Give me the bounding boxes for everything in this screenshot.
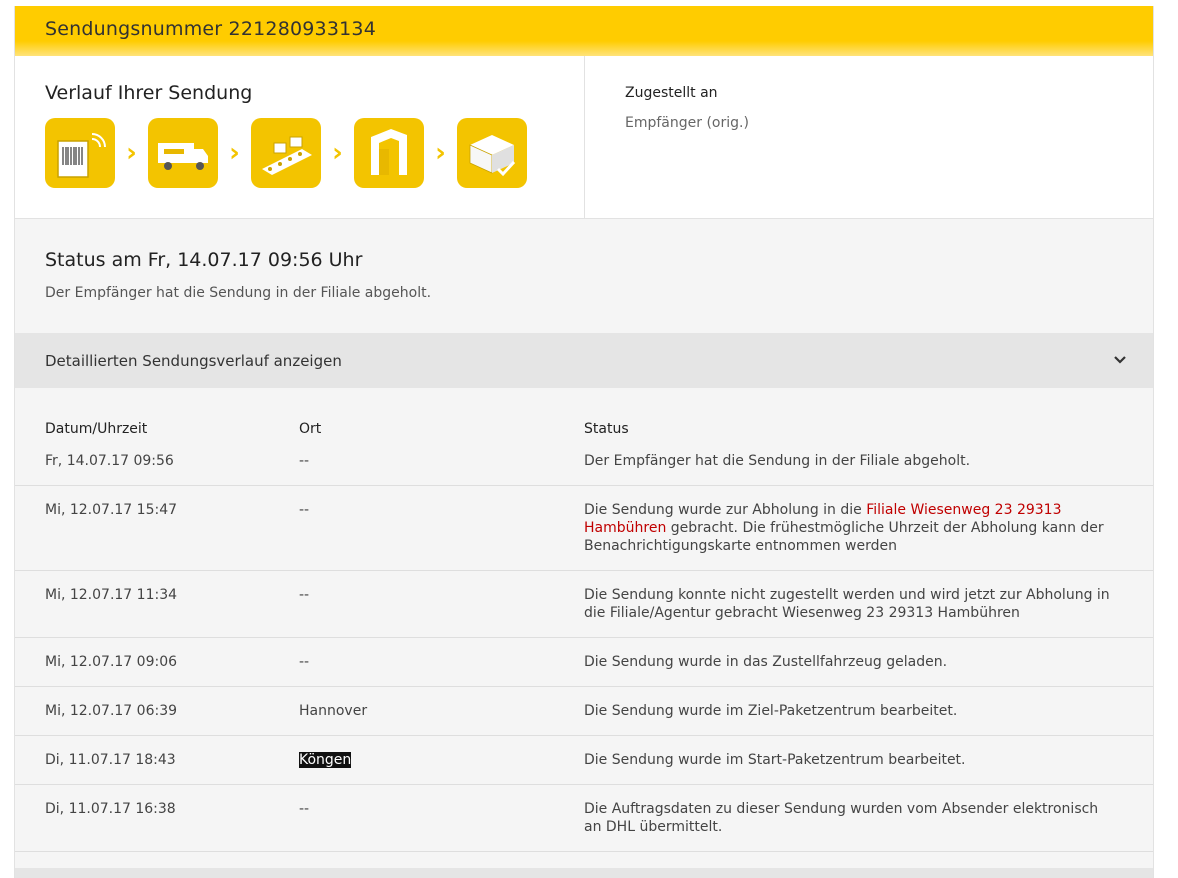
conveyor-icon bbox=[251, 118, 321, 188]
header-date: Datum/Uhrzeit bbox=[45, 421, 148, 437]
row-place: -- bbox=[299, 453, 310, 469]
header-place: Ort bbox=[299, 421, 322, 437]
status-text-pre: Die Sendung wurde zur Abholung in die bbox=[584, 502, 867, 518]
progress-panel: Verlauf Ihrer Sendung › › › › bbox=[15, 56, 585, 218]
delivered-to-value: Empfänger (orig.) bbox=[625, 115, 749, 131]
gate-icon bbox=[354, 118, 424, 188]
dhl-truck-icon bbox=[148, 118, 218, 188]
row-date: Mi, 12.07.17 11:34 bbox=[45, 587, 178, 603]
delivered-box-check-icon bbox=[457, 118, 527, 188]
chevron-right-icon: › bbox=[126, 138, 137, 168]
status-text: Der Empfänger hat die Sendung in der Fil… bbox=[45, 285, 432, 301]
row-place: -- bbox=[299, 587, 310, 603]
row-date: Di, 11.07.17 18:43 bbox=[45, 752, 176, 768]
row-date: Mi, 12.07.17 09:06 bbox=[45, 654, 178, 670]
progress-steps: › › › › bbox=[45, 118, 584, 188]
chevron-right-icon: › bbox=[229, 138, 240, 168]
chevron-right-icon: › bbox=[332, 138, 343, 168]
row-status: Die Sendung wurde in das Zustellfahrzeug… bbox=[584, 654, 948, 670]
row-status: Die Auftragsdaten zu dieser Sendung wurd… bbox=[584, 801, 1099, 835]
row-date: Mi, 12.07.17 06:39 bbox=[45, 703, 178, 719]
row-status: Die Sendung wurde im Ziel-Paketzentrum b… bbox=[584, 703, 958, 719]
history-toggle-label: Detaillierten Sendungsverlauf anzeigen bbox=[45, 351, 342, 370]
row-status: Der Empfänger hat die Sendung in der Fil… bbox=[584, 453, 971, 469]
chevron-right-icon: › bbox=[435, 138, 446, 168]
progress-title: Verlauf Ihrer Sendung bbox=[45, 82, 253, 104]
row-place: Hannover bbox=[299, 703, 368, 719]
parcel-barcode-icon bbox=[45, 118, 115, 188]
header-status: Status bbox=[584, 421, 629, 437]
row-date: Fr, 14.07.17 09:56 bbox=[45, 453, 174, 469]
status-title: Status am Fr, 14.07.17 09:56 Uhr bbox=[45, 249, 363, 271]
delivered-to-label: Zugestellt an bbox=[625, 85, 718, 101]
chevron-down-icon[interactable] bbox=[1113, 353, 1127, 369]
row-status: Die Sendung konnte nicht zugestellt werd… bbox=[584, 587, 1110, 621]
row-date: Di, 11.07.17 16:38 bbox=[45, 801, 176, 817]
history-toggle[interactable]: Detaillierten Sendungsverlauf anzeigen bbox=[15, 333, 1153, 388]
history-header-row: Datum/Uhrzeit Ort Status bbox=[15, 420, 1153, 452]
table-row: Fr, 14.07.17 09:56 -- Der Empfänger hat … bbox=[15, 452, 1153, 486]
row-date: Mi, 12.07.17 15:47 bbox=[45, 502, 178, 518]
shipment-header: Sendungsnummer 221280933134 bbox=[15, 6, 1153, 56]
table-row: Mi, 12.07.17 15:47 -- Die Sendung wurde … bbox=[15, 486, 1153, 571]
history-table: Datum/Uhrzeit Ort Status Fr, 14.07.17 09… bbox=[15, 388, 1153, 878]
shipment-number: Sendungsnummer 221280933134 bbox=[45, 18, 376, 40]
row-place: -- bbox=[299, 801, 310, 817]
row-place: -- bbox=[299, 502, 310, 518]
row-place: -- bbox=[299, 654, 310, 670]
bottom-strip bbox=[15, 868, 1153, 878]
table-row: Mi, 12.07.17 11:34 -- Die Sendung konnte… bbox=[15, 571, 1153, 638]
table-row: Di, 11.07.17 18:43 Köngen Die Sendung wu… bbox=[15, 736, 1153, 785]
table-row: Mi, 12.07.17 06:39 Hannover Die Sendung … bbox=[15, 687, 1153, 736]
table-row: Mi, 12.07.17 09:06 -- Die Sendung wurde … bbox=[15, 638, 1153, 687]
row-place: Köngen bbox=[299, 751, 584, 769]
row-status: Die Sendung wurde im Start-Paketzentrum … bbox=[584, 752, 966, 768]
row-status: Die Sendung wurde zur Abholung in die Fi… bbox=[584, 501, 1123, 555]
table-row: Di, 11.07.17 16:38 -- Die Auftragsdaten … bbox=[15, 785, 1153, 852]
overview-section: Verlauf Ihrer Sendung › › › › Zugestellt… bbox=[15, 56, 1153, 219]
place-highlighted: Köngen bbox=[299, 752, 352, 768]
current-status: Status am Fr, 14.07.17 09:56 Uhr Der Emp… bbox=[15, 219, 1153, 333]
shipment-card: Sendungsnummer 221280933134 Verlauf Ihre… bbox=[14, 6, 1154, 878]
delivery-panel: Zugestellt an Empfänger (orig.) bbox=[585, 56, 1153, 218]
